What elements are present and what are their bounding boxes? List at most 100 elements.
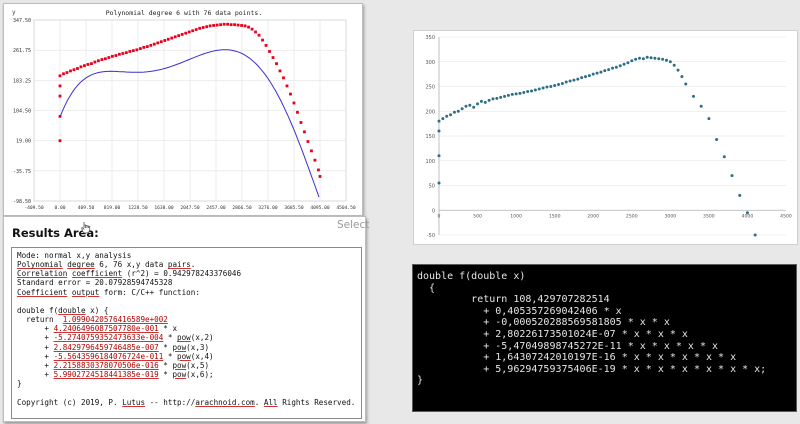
data-point <box>131 49 135 53</box>
data-point <box>738 193 742 197</box>
data-point <box>661 57 665 61</box>
polynomial-line: Polynomial degree 6, 76 x,y data pairs. <box>17 260 196 270</box>
x-tick-label: 3500 <box>703 213 715 219</box>
data-point <box>254 30 257 34</box>
results-panel: Results Area: Select Mode: normal x,y an… <box>3 216 369 422</box>
data-point <box>645 55 649 59</box>
data-point <box>271 56 275 59</box>
data-point <box>622 62 626 66</box>
y-tick-label: -98.50 <box>13 199 31 205</box>
x-tick-label: 3685.50 <box>284 205 304 211</box>
data-point <box>58 74 62 78</box>
data-point <box>437 154 441 158</box>
data-point <box>173 35 177 39</box>
spreadsheet-scatter-chart: 350 300 250 200 150 100 50 0 -50 0 500 1000 1500 200… <box>413 30 798 245</box>
data-point <box>264 43 268 47</box>
x-tick-label: 409.50 <box>78 205 95 211</box>
data-point <box>100 58 104 61</box>
data-point <box>745 211 749 215</box>
x-tick-label: 2866.50 <box>232 205 252 211</box>
x-tick-label: 4095.00 <box>310 205 330 211</box>
y-tick-label: 250 <box>425 85 435 91</box>
y-tick-label: 300 <box>425 60 435 66</box>
data-point <box>522 90 526 94</box>
data-point <box>503 94 507 98</box>
console-line: return 108,429707282514 <box>417 294 610 306</box>
data-point <box>243 24 247 28</box>
data-point <box>664 58 668 62</box>
x-tick-label: 4500 <box>780 213 792 219</box>
data-point <box>76 67 79 70</box>
data-point <box>441 117 445 121</box>
data-point <box>177 34 181 38</box>
data-point <box>201 26 205 29</box>
term-3-line: + 2.8429796459746485e-007 * pow(x,3) <box>17 342 210 352</box>
data-point <box>275 62 278 66</box>
data-point <box>65 71 69 74</box>
data-point <box>149 43 153 47</box>
data-point <box>191 29 195 33</box>
hand-cursor-icon <box>81 222 91 234</box>
data-point <box>472 105 476 109</box>
data-point <box>138 47 142 51</box>
data-point <box>510 92 514 96</box>
data-point <box>699 104 703 108</box>
select-link[interactable]: Select <box>337 219 369 231</box>
data-point <box>715 137 719 141</box>
data-point <box>69 69 72 73</box>
data-point <box>557 83 561 87</box>
y-tick-label: 183.25 <box>13 78 31 84</box>
data-point <box>159 40 163 44</box>
closing-brace-line: } <box>17 379 22 389</box>
data-point <box>437 129 441 133</box>
y-tick-label: 200 <box>425 109 435 115</box>
term-5-line: + 2.2158830378070506e-016 * pow(x,5) <box>17 360 210 370</box>
data-point <box>198 26 202 30</box>
data-point <box>306 140 310 143</box>
data-point <box>299 121 303 124</box>
data-point <box>313 158 317 162</box>
data-point <box>128 50 132 53</box>
data-point <box>62 72 65 76</box>
console-output[interactable]: double f(double x) { return 108,42970728… <box>412 264 797 412</box>
data-point <box>184 31 188 35</box>
data-point <box>668 60 672 64</box>
data-point <box>303 130 306 134</box>
data-point <box>618 64 622 68</box>
data-point <box>572 78 576 82</box>
console-line: + 2,80226173501024E-07 * x * x * x <box>417 328 688 340</box>
data-point <box>684 82 688 86</box>
data-point <box>145 45 149 48</box>
data-point <box>533 88 537 92</box>
data-point <box>499 95 503 99</box>
data-point <box>506 93 510 97</box>
data-point <box>121 52 125 55</box>
data-point <box>226 22 230 26</box>
data-point <box>219 23 223 27</box>
data-point <box>611 66 614 70</box>
data-point <box>591 72 595 76</box>
data-point <box>680 75 684 79</box>
data-point <box>491 97 495 101</box>
results-textbox[interactable]: Mode: normal x,y analysis Polynomial deg… <box>11 247 362 419</box>
data-point <box>117 52 121 56</box>
data-point <box>103 57 107 61</box>
data-point <box>205 25 209 29</box>
x-tick-label: 500 <box>473 213 482 219</box>
data-point <box>208 24 212 28</box>
data-point <box>257 33 261 37</box>
y-tick-label: 104.50 <box>13 109 31 115</box>
data-point <box>58 94 62 98</box>
data-point <box>180 33 184 36</box>
data-point <box>483 100 487 104</box>
data-point <box>514 92 518 96</box>
data-point <box>437 181 441 185</box>
x-tick-label: 0.00 <box>54 205 65 211</box>
data-point <box>672 63 676 67</box>
data-point <box>530 89 534 93</box>
data-point <box>614 65 618 69</box>
console-line: + 0,405357269042406 * x <box>417 305 622 317</box>
polynomial-fit-svg: Polynomial degree 6 with 76 data points.… <box>12 9 356 211</box>
data-point <box>187 30 191 34</box>
y-tick-label: 0 <box>432 208 435 214</box>
